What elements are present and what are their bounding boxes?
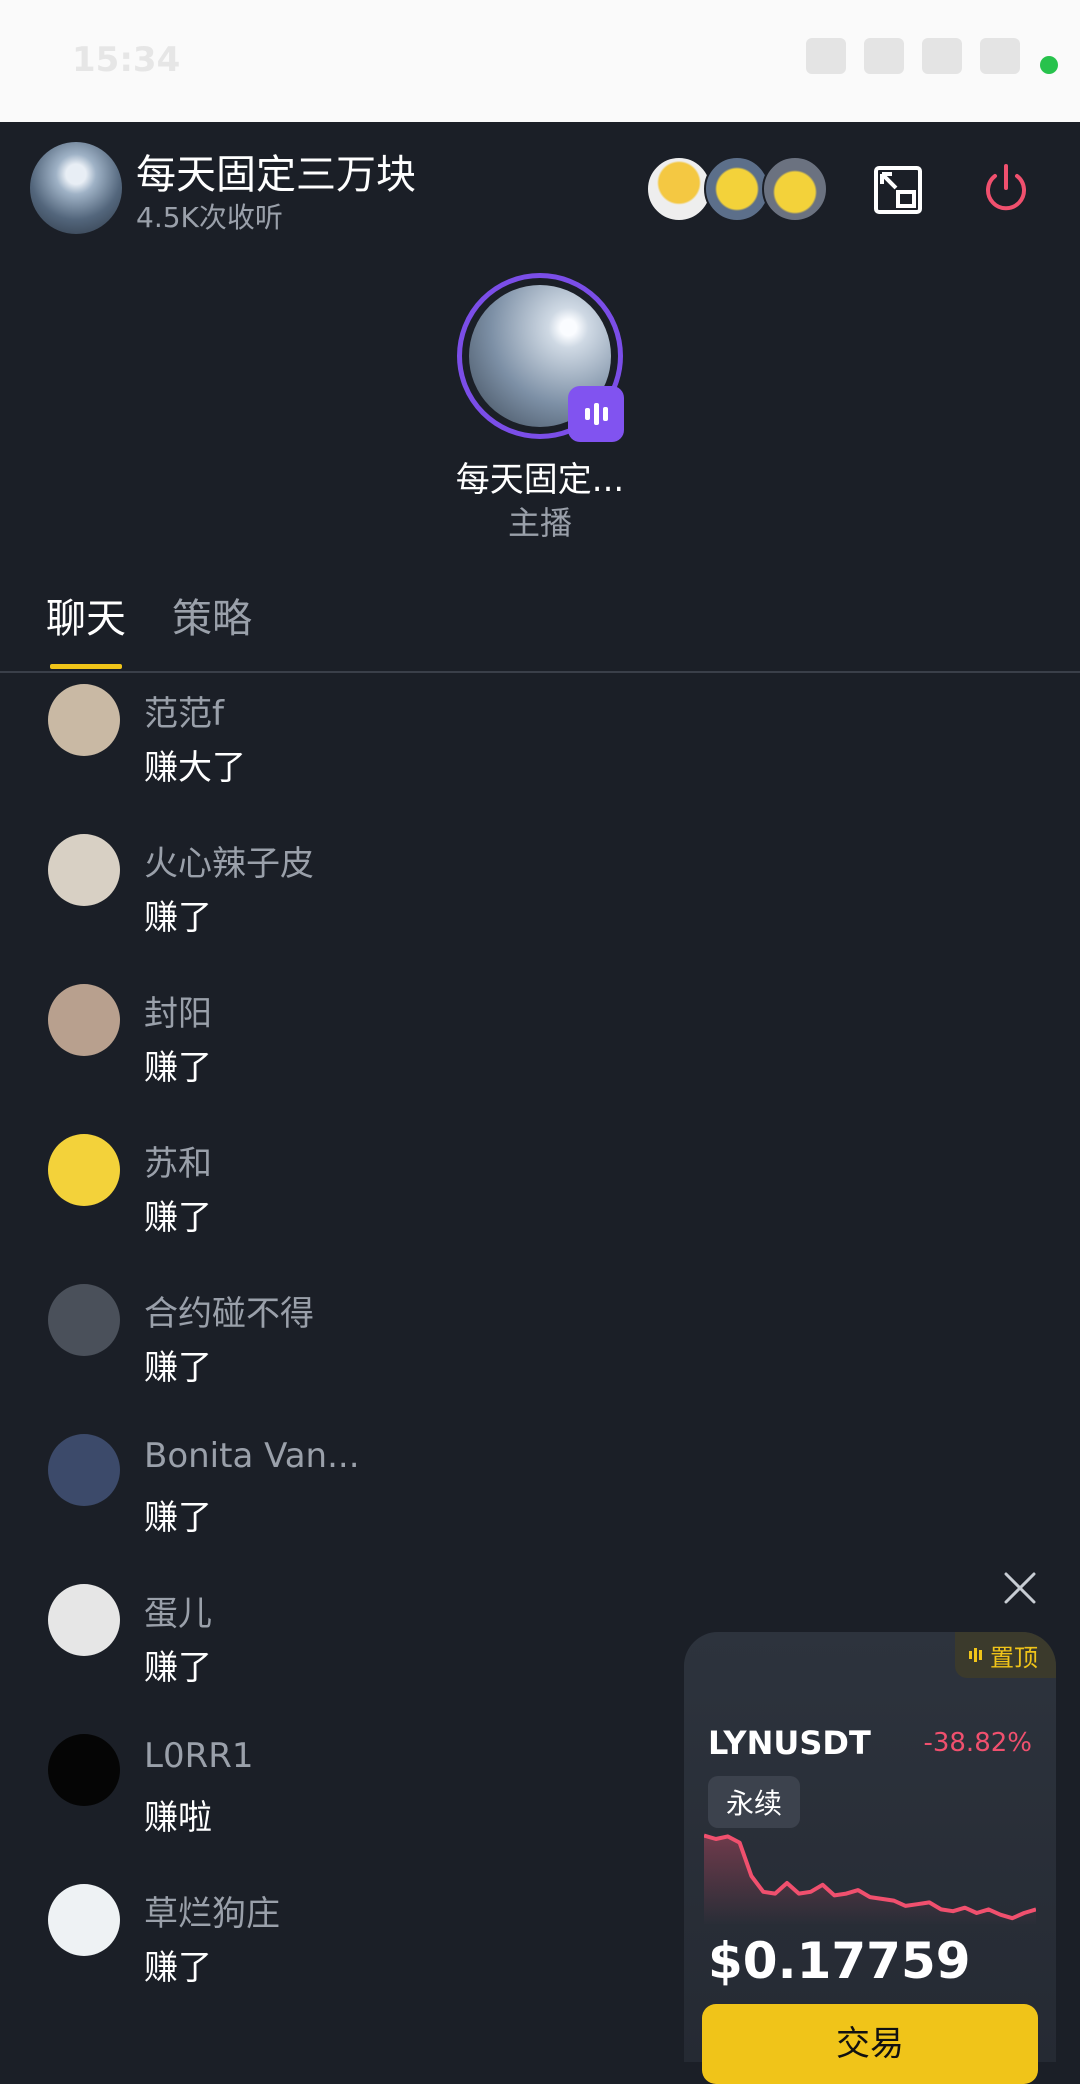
user-avatar[interactable] xyxy=(48,984,120,1056)
message-text: 赚了 xyxy=(144,1948,212,1988)
user-avatar[interactable] xyxy=(48,1134,120,1206)
nfc-icon xyxy=(806,38,846,74)
message-username: L0RR1 xyxy=(144,1736,254,1776)
host-name: 每天固定... xyxy=(455,460,625,500)
message-username: 封阳 xyxy=(144,994,212,1034)
room-title: 每天固定三万块 xyxy=(136,152,416,198)
host-role: 主播 xyxy=(507,504,572,542)
message-username: 合约碰不得 xyxy=(144,1294,314,1334)
user-avatar[interactable] xyxy=(48,1734,120,1806)
close-icon xyxy=(1004,1572,1036,1604)
price-sparkline xyxy=(704,1833,1036,1926)
chat-message: Bonita Van... 赚了 xyxy=(48,1434,648,1574)
message-username: Bonita Van... xyxy=(144,1436,360,1476)
room-listen-count: 4.5K次收听 xyxy=(136,201,283,234)
pin-label: 置顶 xyxy=(990,1643,1038,1672)
ticker-price: $0.17759 xyxy=(708,1932,971,1990)
tab-divider xyxy=(0,671,1080,673)
user-avatar[interactable] xyxy=(48,684,120,756)
power-icon xyxy=(986,164,1026,211)
message-username: 范范f xyxy=(144,694,224,734)
chat-message: 封阳 赚了 xyxy=(48,984,648,1124)
signal-icon-2 xyxy=(922,38,962,74)
status-time: 15:34 xyxy=(72,40,181,80)
pinned-icon xyxy=(969,1648,982,1662)
tab-active-indicator xyxy=(50,664,122,669)
battery-icon xyxy=(980,38,1020,74)
user-avatar[interactable] xyxy=(48,1284,120,1356)
tab-strategy[interactable]: 策略 xyxy=(172,586,252,644)
message-username: 苏和 xyxy=(144,1144,212,1184)
message-username: 火心辣子皮 xyxy=(144,844,314,884)
listener-avatars[interactable] xyxy=(646,156,828,222)
message-text: 赚了 xyxy=(144,1348,212,1388)
leave-room-button[interactable] xyxy=(976,160,1036,220)
user-avatar[interactable] xyxy=(48,1584,120,1656)
status-icons xyxy=(806,38,1020,74)
message-username: 蛋儿 xyxy=(144,1594,212,1634)
message-text: 赚了 xyxy=(144,1648,212,1688)
listener-avatar xyxy=(704,156,770,222)
listener-avatar xyxy=(762,156,828,222)
chat-message: 草烂狗庄 赚了 xyxy=(48,1884,648,2024)
signal-icon xyxy=(864,38,904,74)
message-text: 赚了 xyxy=(144,1048,212,1088)
contract-type-badge: 永续 xyxy=(708,1776,801,1828)
speaking-icon xyxy=(568,386,624,442)
room-avatar[interactable] xyxy=(30,142,122,234)
user-avatar[interactable] xyxy=(48,834,120,906)
message-username: 草烂狗庄 xyxy=(144,1894,280,1934)
chat-message: 苏和 赚了 xyxy=(48,1134,648,1274)
ticker-card[interactable]: 置顶 LYNUSDT -38.82% 永续 $0.17759 交易 xyxy=(684,1632,1056,2084)
close-ticker-button[interactable] xyxy=(998,1566,1042,1610)
trade-button[interactable]: 交易 xyxy=(702,2004,1038,2084)
chat-message: L0RR1 赚啦 xyxy=(48,1734,648,1874)
message-text: 赚啦 xyxy=(144,1798,212,1838)
chat-message: 合约碰不得 赚了 xyxy=(48,1284,648,1424)
listener-avatar xyxy=(646,156,712,222)
pin-badge: 置顶 xyxy=(955,1632,1056,1678)
message-text: 赚了 xyxy=(144,1498,212,1538)
chat-message: 蛋儿 赚了 xyxy=(48,1584,648,1724)
chat-message: 范范f 赚大了 xyxy=(48,684,648,824)
message-text: 赚了 xyxy=(144,1198,212,1238)
ticker-symbol: LYNUSDT xyxy=(708,1724,871,1762)
chat-message: 火心辣子皮 赚了 xyxy=(48,834,648,974)
message-text: 赚大了 xyxy=(144,748,246,788)
picture-in-picture-icon xyxy=(874,166,922,214)
minimize-button[interactable] xyxy=(868,160,928,220)
camera-indicator-dot xyxy=(1040,56,1058,74)
ticker-change: -38.82% xyxy=(923,1728,1032,1758)
user-avatar[interactable] xyxy=(48,1434,120,1506)
message-text: 赚了 xyxy=(144,898,212,938)
tab-chat[interactable]: 聊天 xyxy=(46,586,126,644)
user-avatar[interactable] xyxy=(48,1884,120,1956)
status-bar: 15:34 xyxy=(0,0,1080,122)
